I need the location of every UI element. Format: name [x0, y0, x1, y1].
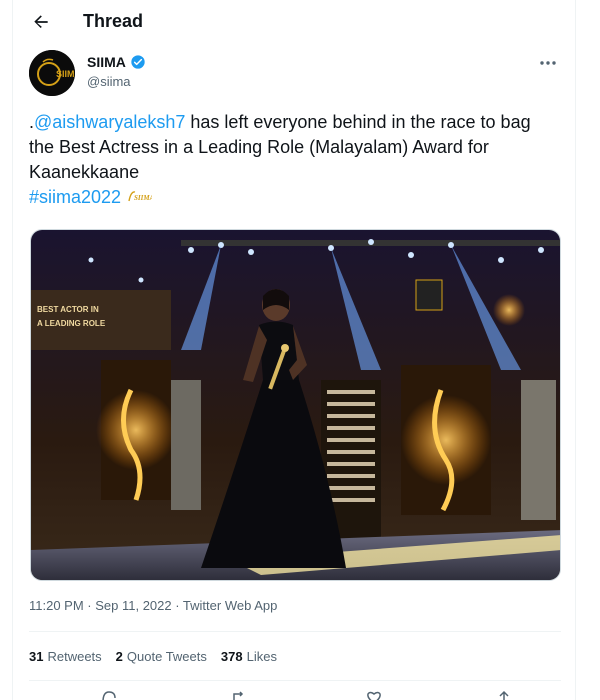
more-options-button[interactable]	[537, 54, 559, 72]
back-button[interactable]	[29, 10, 53, 34]
more-dots-icon	[540, 61, 556, 65]
arrow-left-icon	[34, 15, 48, 28]
stat-retweets[interactable]: 31 Retweets	[29, 649, 102, 664]
siima-hashflag-icon: SIIMA	[128, 191, 155, 202]
like-button[interactable]	[364, 690, 384, 700]
mention-link[interactable]: @aishwaryaleksh7	[34, 112, 185, 132]
verified-badge-icon	[131, 55, 145, 69]
stat-label: Quote Tweets	[126, 649, 207, 664]
stat-label: Retweets	[47, 649, 102, 664]
stat-label: Likes	[246, 649, 277, 664]
stat-quote-tweets[interactable]: 2 Quote Tweets	[116, 649, 207, 664]
divider	[29, 631, 561, 632]
hashtag-link[interactable]: #siima2022	[29, 187, 121, 207]
stat-count: 2	[115, 649, 123, 664]
tweet-stats: 31 Retweets 2 Quote Tweets 378 Likes	[29, 649, 277, 664]
retweet-button[interactable]	[229, 690, 249, 700]
heart-icon	[367, 691, 381, 700]
tweet-timestamp[interactable]: 11:20 PM · Sep 11, 2022 · Twitter Web Ap…	[29, 598, 277, 613]
award-stage-photo: BEST ACTOR IN A LEADING ROLE	[31, 230, 560, 580]
tweet-photo[interactable]: BEST ACTOR IN A LEADING ROLE	[30, 229, 561, 581]
stat-count: 378	[220, 649, 243, 664]
author-name-text: SIIMA	[87, 54, 126, 70]
stat-likes[interactable]: 378 Likes	[221, 649, 277, 664]
retweet-icon	[233, 691, 244, 700]
tweet-text: .@aishwaryaleksh7 has left everyone behi…	[29, 110, 559, 210]
siima-logo-icon: SIIMA	[29, 50, 75, 96]
reply-button[interactable]	[99, 690, 119, 700]
share-button[interactable]	[494, 690, 514, 700]
svg-text:SIIMA: SIIMA	[134, 194, 152, 202]
avatar[interactable]: SIIMA	[29, 50, 75, 96]
divider	[29, 680, 561, 681]
tweet-thread-page: Thread SIIMA SIIMA @siima	[12, 0, 576, 700]
svg-text:BEST ACTOR IN: BEST ACTOR IN	[37, 305, 99, 314]
thread-header: Thread	[13, 0, 575, 44]
tweet-author: SIIMA SIIMA @siima	[29, 50, 559, 98]
svg-text:SIIMA: SIIMA	[56, 69, 75, 79]
page-title: Thread	[83, 11, 144, 31]
author-name[interactable]: SIIMA	[87, 54, 146, 70]
author-handle[interactable]: @siima	[87, 74, 131, 89]
stat-count: 31	[29, 649, 44, 664]
reply-icon	[102, 691, 116, 700]
tweet-actions	[29, 690, 561, 700]
svg-text:A LEADING ROLE: A LEADING ROLE	[37, 319, 106, 328]
share-icon	[499, 690, 509, 700]
